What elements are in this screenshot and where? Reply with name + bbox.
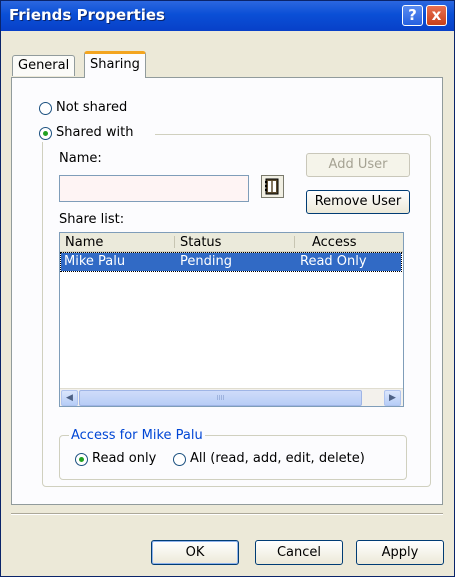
cancel-button[interactable]: Cancel (255, 540, 343, 565)
all-access-radio[interactable] (173, 453, 186, 466)
share-list-label: Share list: (59, 212, 125, 227)
name-label: Name: (59, 151, 102, 166)
address-book-glyph (265, 178, 279, 195)
address-book-icon[interactable] (261, 175, 284, 198)
name-input[interactable] (59, 175, 249, 202)
close-icon[interactable]: x (426, 5, 447, 26)
not-shared-label[interactable]: Not shared (56, 100, 127, 115)
row-access: Read Only (300, 254, 367, 269)
column-header-access[interactable]: Access (312, 235, 357, 250)
help-icon[interactable]: ? (402, 5, 423, 26)
access-group-label: Access for Mike Palu (69, 428, 205, 443)
tab-general[interactable]: General (12, 55, 76, 76)
read-only-label[interactable]: Read only (92, 451, 156, 466)
read-only-radio[interactable] (75, 453, 88, 466)
shared-with-radio[interactable] (39, 127, 52, 140)
footer-divider (11, 513, 443, 515)
all-access-label[interactable]: All (read, add, edit, delete) (190, 451, 365, 466)
scroll-thumb[interactable]: IIII (79, 390, 362, 406)
tab-sharing[interactable]: Sharing (84, 51, 146, 78)
column-divider[interactable] (174, 236, 175, 248)
share-list[interactable]: Name Status Access Mike Palu Pending Rea… (59, 232, 404, 407)
column-header-name[interactable]: Name (65, 235, 103, 250)
column-divider[interactable] (294, 236, 295, 248)
column-header-status[interactable]: Status (180, 235, 221, 250)
window-title: Friends Properties (9, 6, 165, 24)
ok-button[interactable]: OK (151, 540, 239, 565)
scroll-right-icon[interactable]: ▶ (384, 390, 401, 406)
row-status: Pending (180, 254, 232, 269)
not-shared-radio[interactable] (39, 102, 52, 115)
scroll-grip: IIII (216, 394, 225, 402)
shared-with-label[interactable]: Shared with (56, 125, 133, 140)
remove-user-button[interactable]: Remove User (306, 190, 410, 214)
sharing-panel: Not shared Shared with Name: Add User Re… (11, 77, 443, 505)
apply-button[interactable]: Apply (356, 540, 444, 565)
share-list-header: Name Status Access (60, 233, 403, 253)
properties-dialog: Friends Properties ? x General Sharing N… (0, 0, 455, 577)
row-name: Mike Palu (64, 254, 126, 269)
title-bar[interactable]: Friends Properties ? x (1, 1, 454, 31)
table-row[interactable]: Mike Palu Pending Read Only (60, 252, 402, 272)
add-user-button[interactable]: Add User (306, 153, 410, 177)
horizontal-scrollbar[interactable]: ◀ IIII ▶ (60, 388, 403, 406)
scroll-left-icon[interactable]: ◀ (61, 390, 78, 406)
